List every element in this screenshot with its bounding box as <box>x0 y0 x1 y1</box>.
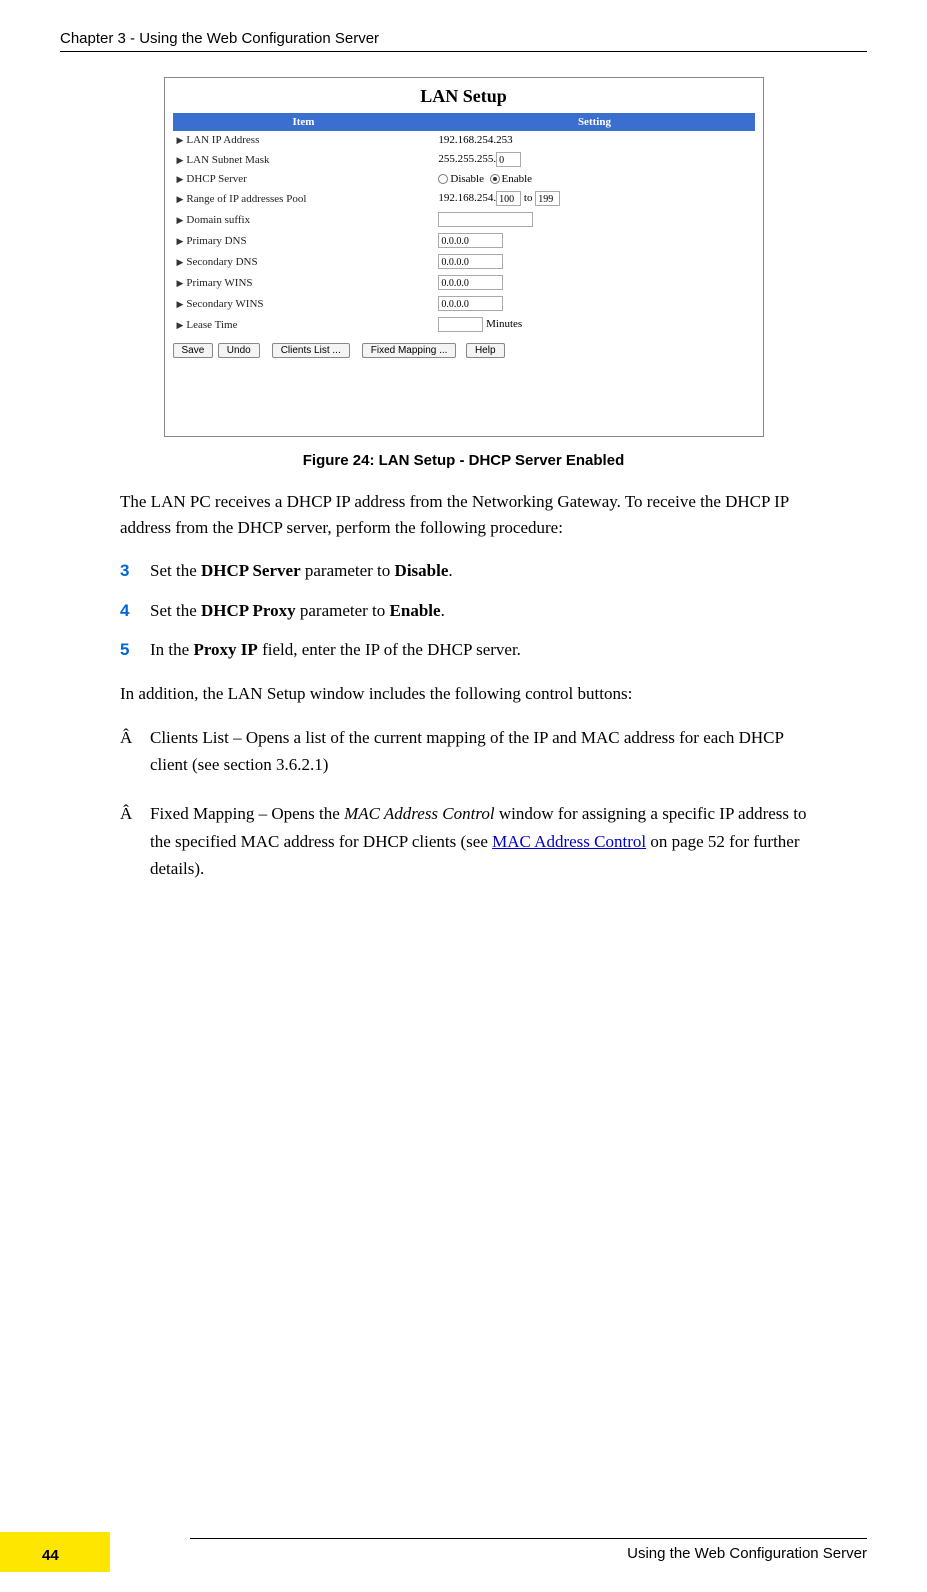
step-5: 5 In the Proxy IP field, enter the IP of… <box>120 637 807 663</box>
t: Disable <box>395 561 449 580</box>
range-to: to <box>524 192 533 204</box>
range-label: Range of IP addresses Pool <box>173 188 435 209</box>
t: DHCP Server <box>201 561 301 580</box>
range-start-input[interactable]: 100 <box>496 191 521 206</box>
t: . <box>441 601 445 620</box>
dhcp-enable-text: Enable <box>502 173 533 185</box>
bullet-list: Â Clients List – Opens a list of the cur… <box>120 724 807 882</box>
t: parameter to <box>301 561 395 580</box>
lan-title: LAN Setup <box>173 86 755 107</box>
table-row: Primary DNS 0.0.0.0 <box>173 230 755 251</box>
table-row: Range of IP addresses Pool 192.168.254.1… <box>173 188 755 209</box>
domain-input[interactable] <box>438 212 533 227</box>
bullet-clients-list: Â Clients List – Opens a list of the cur… <box>120 724 807 778</box>
t: Fixed Mapping – Opens the <box>150 804 344 823</box>
table-row: DHCP Server Disable Enable <box>173 170 755 188</box>
t: Proxy IP <box>193 640 257 659</box>
step-3: 3 Set the DHCP Server parameter to Disab… <box>120 558 807 584</box>
t: parameter to <box>296 601 390 620</box>
mask-input[interactable]: 0 <box>496 152 521 167</box>
lan-mask-label: LAN Subnet Mask <box>173 149 435 170</box>
t: Set the <box>150 561 201 580</box>
table-row: Primary WINS 0.0.0.0 <box>173 272 755 293</box>
help-button[interactable]: Help <box>466 343 505 358</box>
lan-ip-value: 192.168.254.253 <box>434 131 754 149</box>
table-row: Secondary WINS 0.0.0.0 <box>173 293 755 314</box>
sdns-label: Secondary DNS <box>173 251 435 272</box>
lease-input[interactable] <box>438 317 483 332</box>
pwins-input[interactable]: 0.0.0.0 <box>438 275 503 290</box>
domain-label: Domain suffix <box>173 209 435 230</box>
addition-paragraph: In addition, the LAN Setup window includ… <box>120 681 807 707</box>
step-num: 3 <box>120 558 150 584</box>
lease-label: Lease Time <box>173 314 435 335</box>
table-row: LAN Subnet Mask 255.255.255.0 <box>173 149 755 170</box>
lan-setup-table: Item Setting LAN IP Address 192.168.254.… <box>173 113 755 335</box>
dhcp-label: DHCP Server <box>173 170 435 188</box>
step-num: 4 <box>120 598 150 624</box>
pdns-label: Primary DNS <box>173 230 435 251</box>
step-list: 3 Set the DHCP Server parameter to Disab… <box>120 558 807 663</box>
col-setting: Setting <box>434 113 754 131</box>
step-num: 5 <box>120 637 150 663</box>
pwins-label: Primary WINS <box>173 272 435 293</box>
t: Enable <box>390 601 441 620</box>
pdns-input[interactable]: 0.0.0.0 <box>438 233 503 248</box>
save-button[interactable]: Save <box>173 343 214 358</box>
table-row: LAN IP Address 192.168.254.253 <box>173 131 755 149</box>
col-item: Item <box>173 113 435 131</box>
figure-screenshot: LAN Setup Item Setting LAN IP Address 19… <box>164 77 764 437</box>
table-row: Lease Time Minutes <box>173 314 755 335</box>
lan-ip-label: LAN IP Address <box>173 131 435 149</box>
mask-prefix: 255.255.255. <box>438 153 496 165</box>
figure-caption: Figure 24: LAN Setup - DHCP Server Enabl… <box>60 452 867 469</box>
t: In the <box>150 640 193 659</box>
t: DHCP Proxy <box>201 601 296 620</box>
step-4: 4 Set the DHCP Proxy parameter to Enable… <box>120 598 807 624</box>
intro-paragraph: The LAN PC receives a DHCP IP address fr… <box>120 489 807 540</box>
dhcp-disable-text: Disable <box>450 173 484 185</box>
button-row: Save Undo Clients List ... Fixed Mapping… <box>173 343 755 358</box>
t: MAC Address Control <box>344 804 495 823</box>
swins-label: Secondary WINS <box>173 293 435 314</box>
mac-address-control-link[interactable]: MAC Address Control <box>492 832 646 851</box>
dhcp-disable-radio[interactable] <box>438 174 448 184</box>
page-number: 44 <box>42 1547 59 1564</box>
sdns-input[interactable]: 0.0.0.0 <box>438 254 503 269</box>
bullet-text: Clients List – Opens a list of the curre… <box>150 724 807 778</box>
bullet-symbol: Â <box>120 800 150 882</box>
dhcp-enable-radio[interactable] <box>490 174 500 184</box>
range-end-input[interactable]: 199 <box>535 191 560 206</box>
range-prefix: 192.168.254. <box>438 192 496 204</box>
bullet-fixed-mapping: Â Fixed Mapping – Opens the MAC Address … <box>120 800 807 882</box>
undo-button[interactable]: Undo <box>218 343 260 358</box>
t: Set the <box>150 601 201 620</box>
table-row: Domain suffix <box>173 209 755 230</box>
lease-unit: Minutes <box>486 318 522 330</box>
footer-text: Using the Web Configuration Server <box>190 1538 867 1562</box>
table-row: Secondary DNS 0.0.0.0 <box>173 251 755 272</box>
chapter-header: Chapter 3 - Using the Web Configuration … <box>60 30 867 52</box>
bullet-symbol: Â <box>120 724 150 778</box>
clients-list-button[interactable]: Clients List ... <box>272 343 350 358</box>
page-footer: Using the Web Configuration Server <box>0 1538 927 1562</box>
swins-input[interactable]: 0.0.0.0 <box>438 296 503 311</box>
t: field, enter the IP of the DHCP server. <box>258 640 521 659</box>
fixed-mapping-button[interactable]: Fixed Mapping ... <box>362 343 457 358</box>
t: . <box>448 561 452 580</box>
